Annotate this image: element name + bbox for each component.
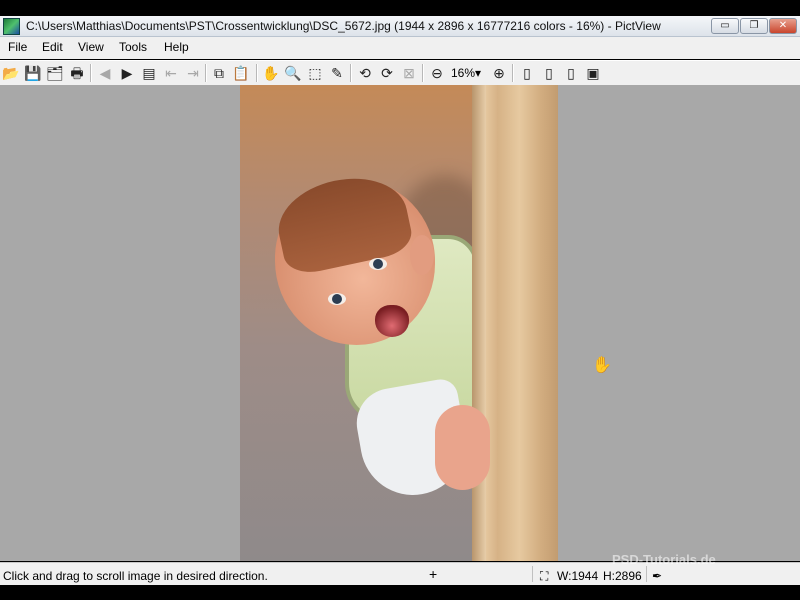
photo-eye-left [328, 293, 346, 305]
copy-icon[interactable]: ⧉ [210, 64, 228, 82]
properties-icon[interactable]: 🗂 [46, 64, 64, 82]
image-viewport[interactable]: ✋ [0, 85, 800, 561]
menu-bar: File Edit View Tools Help [0, 37, 800, 59]
open-icon[interactable]: 📂 [2, 64, 20, 82]
maximize-button[interactable]: ❐ [740, 18, 768, 34]
selection-tool-icon[interactable]: ⬚ [306, 64, 324, 82]
zoom-tool-icon[interactable]: 🔍 [284, 64, 302, 82]
menu-view[interactable]: View [78, 40, 104, 54]
zoom-out-icon[interactable]: ⊖ [428, 64, 446, 82]
page-icon[interactable]: ▤ [140, 64, 158, 82]
screen-bottom-border [0, 585, 800, 600]
status-separator [646, 566, 647, 582]
image-height: H:2896 [603, 569, 642, 583]
toolbar-separator [205, 64, 207, 82]
crop-icon[interactable]: ⊠ [400, 64, 418, 82]
chevron-down-icon: ▾ [475, 66, 482, 80]
print-icon[interactable]: 🖶 [68, 64, 86, 82]
fit-window-icon[interactable]: ▣ [584, 64, 602, 82]
photo-mouth [375, 305, 409, 337]
minimize-button[interactable]: ▭ [711, 18, 739, 34]
menu-edit[interactable]: Edit [42, 40, 63, 54]
zoom-in-icon[interactable]: ⊕ [490, 64, 508, 82]
photo[interactable] [240, 85, 558, 561]
eyedropper-icon[interactable]: ✎ [328, 64, 346, 82]
title-bar: C:\Users\Matthias\Documents\PST\Crossent… [0, 16, 800, 37]
previous-image-icon[interactable]: ◀ [96, 64, 114, 82]
toolbar-separator [256, 64, 258, 82]
next-image-icon[interactable]: ▶ [118, 64, 136, 82]
hand-tool-icon[interactable]: ✋ [262, 64, 280, 82]
fit-page-icon[interactable]: ▯ [518, 64, 536, 82]
status-separator [532, 566, 533, 582]
toolbar: 📂 💾 🗂 🖶 ◀ ▶ ▤ ⇤ ⇥ ⧉ 📋 ✋ 🔍 ⬚ ✎ ⟲ ⟳ ⊠ ⊖ 16… [0, 60, 800, 86]
watermark: PSD-Tutorials.de [612, 552, 716, 567]
window-title: C:\Users\Matthias\Documents\PST\Crossent… [26, 19, 661, 33]
toolbar-separator [422, 64, 424, 82]
photo-door-edge [472, 85, 486, 561]
menu-help[interactable]: Help [164, 40, 189, 54]
photo-ear [410, 235, 434, 275]
app-icon[interactable] [3, 18, 20, 35]
rotate-left-icon[interactable]: ⟲ [356, 64, 374, 82]
toolbar-separator [90, 64, 92, 82]
dimensions-icon: ⛶ [540, 569, 549, 583]
previous-page-icon[interactable]: ⇤ [162, 64, 180, 82]
close-button[interactable]: ✕ [769, 18, 797, 34]
fit-width-icon[interactable]: ▯ [540, 64, 558, 82]
toolbar-separator [350, 64, 352, 82]
screen-top-border [0, 0, 800, 16]
photo-eye-right [369, 258, 387, 270]
pipette-icon: ✒ [652, 569, 663, 583]
next-page-icon[interactable]: ⇥ [184, 64, 202, 82]
toolbar-separator [512, 64, 514, 82]
hand-cursor-icon: ✋ [592, 357, 612, 374]
image-width: W:1944 [557, 569, 599, 583]
crosshair-icon: + [429, 566, 438, 582]
rotate-right-icon[interactable]: ⟳ [378, 64, 396, 82]
fit-height-icon[interactable]: ▯ [562, 64, 580, 82]
zoom-select[interactable]: 16%▾ [451, 66, 481, 80]
save-icon[interactable]: 💾 [24, 64, 42, 82]
status-hint: Click and drag to scroll image in desire… [3, 569, 268, 583]
paste-icon[interactable]: 📋 [232, 64, 250, 82]
menu-file[interactable]: File [8, 40, 27, 54]
photo-hand [435, 405, 490, 490]
menu-tools[interactable]: Tools [119, 40, 147, 54]
